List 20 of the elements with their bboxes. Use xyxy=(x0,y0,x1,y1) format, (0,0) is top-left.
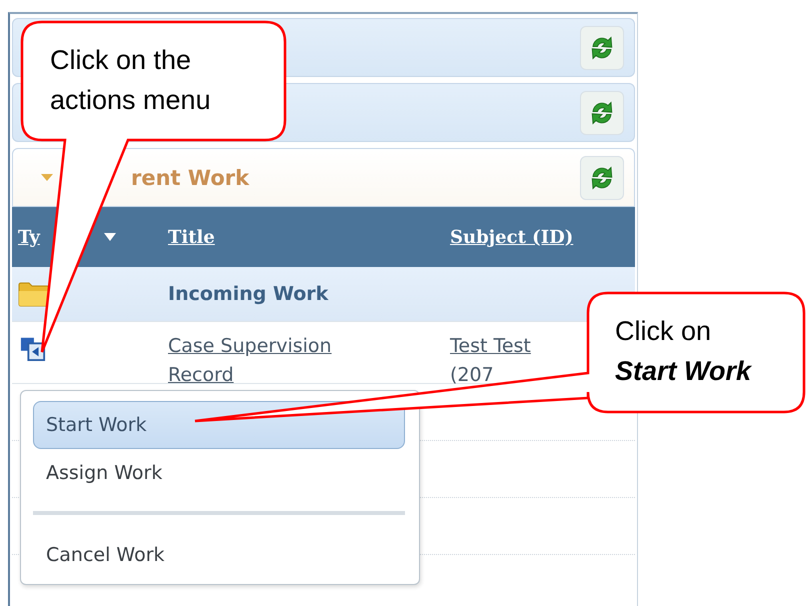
panel-title: rent Work xyxy=(131,166,250,190)
group-title: Incoming Work xyxy=(168,283,328,305)
refresh-button[interactable] xyxy=(580,90,624,134)
subject-id: (207 xyxy=(450,363,494,388)
callout-text: actions menu xyxy=(50,84,211,117)
callout-text: Click on the xyxy=(50,44,192,77)
menu-item[interactable]: Assign Work xyxy=(33,449,405,497)
menu-item[interactable]: Cancel Work xyxy=(33,531,405,579)
refresh-button[interactable] xyxy=(580,26,624,70)
menu-item[interactable]: Start Work xyxy=(33,401,405,449)
column-header[interactable]: Title xyxy=(168,226,215,248)
record-link[interactable]: Case Supervision Record xyxy=(168,332,388,390)
callout-text: Click on xyxy=(615,315,712,348)
column-header[interactable]: Ty xyxy=(18,226,40,248)
column-header[interactable]: Subject (ID) xyxy=(450,226,574,248)
refresh-button[interactable] xyxy=(580,156,624,200)
callout-text: Start Work xyxy=(615,355,752,388)
folder-icon xyxy=(18,281,50,307)
sort-icon[interactable] xyxy=(104,233,116,241)
subject-link[interactable]: Test Test xyxy=(450,332,531,361)
